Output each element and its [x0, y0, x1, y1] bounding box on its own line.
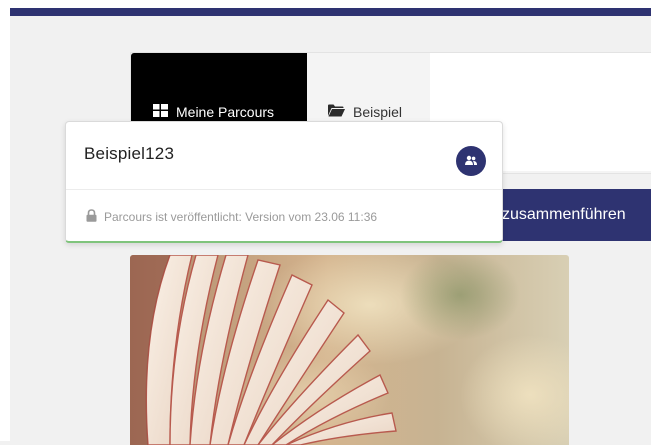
- course-card[interactable]: Beispiel123 Parcours ist veröffentlicht:…: [65, 121, 503, 243]
- share-button[interactable]: [456, 146, 486, 176]
- lock-icon: [86, 209, 97, 225]
- header-bar: [10, 8, 651, 16]
- tab-label: Beispiel: [353, 104, 403, 120]
- card-divider: [66, 189, 502, 190]
- course-cover-image: [130, 255, 569, 445]
- tab-label: Meine Parcours: [176, 104, 275, 120]
- users-icon: [464, 152, 478, 170]
- card-title: Beispiel123: [84, 144, 175, 163]
- grid-icon: [153, 104, 168, 120]
- tab-meine-parcours[interactable]: Meine Parcours: [153, 104, 274, 120]
- merge-button[interactable]: zusammenführen: [480, 189, 651, 241]
- tab-beispiel[interactable]: Beispiel: [328, 104, 402, 120]
- publish-status: Parcours ist veröffentlicht: Version vom…: [86, 209, 377, 225]
- page-left-margin: [0, 0, 10, 441]
- page-top-margin: [10, 0, 651, 8]
- folder-icon: [328, 104, 345, 120]
- publish-status-text: Parcours ist veröffentlicht: Version vom…: [104, 210, 378, 224]
